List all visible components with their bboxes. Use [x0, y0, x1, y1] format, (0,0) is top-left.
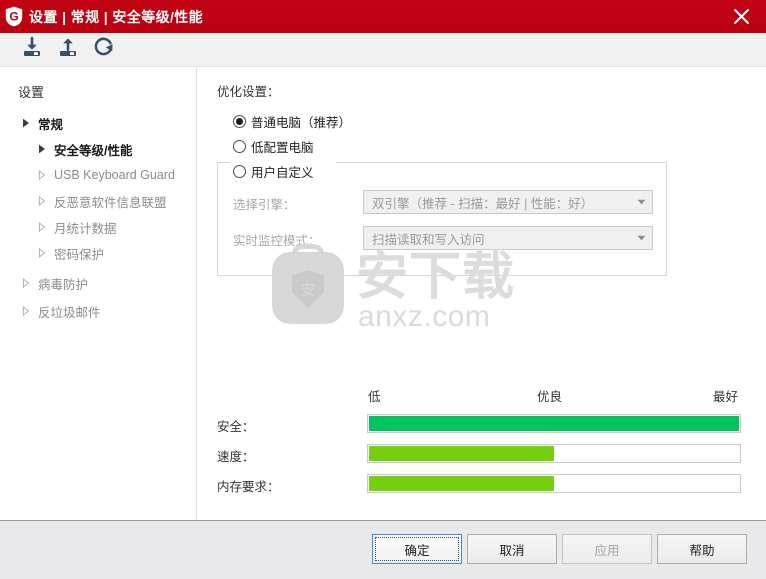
import-settings-button[interactable]	[14, 35, 50, 65]
meter-track-security	[367, 414, 741, 433]
triangle-right-outline-icon	[34, 222, 50, 232]
sidebar-item-label: 反恶意软件信息联盟	[54, 195, 167, 210]
apply-button-label: 应用	[594, 543, 620, 558]
monitor-mode-select[interactable]: 扫描读取和写入访问	[363, 226, 653, 250]
radio-indicator	[233, 140, 246, 153]
meter-track-memory	[367, 474, 741, 493]
download-icon	[21, 36, 43, 63]
sidebar-title: 设置	[18, 85, 45, 100]
radio-label: 普通电脑（推荐）	[251, 116, 352, 130]
meter-fill-memory	[369, 476, 554, 491]
radio-low-spec-computer[interactable]: 低配置电脑	[233, 137, 314, 156]
radio-standard-computer[interactable]: 普通电脑（推荐）	[233, 112, 351, 131]
focus-ring	[375, 537, 459, 561]
sidebar-item-label: USB Keyboard Guard	[54, 168, 175, 182]
scale-label-high: 最好	[713, 390, 739, 404]
sidebar-item-label: 月统计数据	[54, 221, 117, 236]
meter-label-speed: 速度：	[217, 450, 255, 464]
upload-icon	[57, 36, 79, 63]
svg-text:G: G	[9, 10, 18, 24]
watermark-text-url: anxz.com	[358, 300, 491, 333]
optimization-settings-label: 优化设置：	[217, 85, 280, 99]
triangle-right-filled-icon	[18, 118, 34, 128]
settings-dialog: G 设置 | 常规 | 安全等级/性能 设置 常规 安全等级/性能 USB Ke…	[0, 0, 766, 579]
apply-button: 应用	[562, 534, 652, 564]
sidebar-item-monthly-statistics[interactable]: 月统计数据	[0, 214, 117, 240]
radio-indicator	[233, 115, 246, 128]
meter-fill-speed	[369, 446, 554, 461]
engine-select[interactable]: 双引擎（推荐 - 扫描：最好 | 性能：好）	[363, 190, 653, 214]
engine-select-value: 双引擎（推荐 - 扫描：最好 | 性能：好）	[372, 196, 594, 211]
cancel-button-label: 取消	[499, 543, 525, 558]
triangle-right-outline-icon	[18, 306, 34, 316]
sidebar-item-usb-keyboard-guard[interactable]: USB Keyboard Guard	[0, 162, 175, 188]
help-button-label: 帮助	[689, 543, 715, 558]
sidebar-item-anti-spam[interactable]: 反垃圾邮件	[0, 298, 101, 324]
triangle-right-outline-icon	[34, 196, 50, 206]
scale-label-low: 低	[368, 390, 381, 404]
reset-settings-button[interactable]	[86, 35, 122, 65]
sidebar-item-label: 常规	[38, 117, 64, 132]
engine-field-label-row: 选择引擎：	[233, 194, 296, 213]
sidebar-item-label: 病毒防护	[38, 277, 89, 292]
triangle-right-outline-icon	[34, 170, 50, 180]
chevron-down-icon	[630, 235, 652, 241]
sidebar-item-general[interactable]: 常规	[0, 110, 63, 136]
sidebar-item-security-performance[interactable]: 安全等级/性能	[0, 136, 132, 162]
sidebar-item-anti-malware-alliance[interactable]: 反恶意软件信息联盟	[0, 188, 167, 214]
settings-sidebar: 设置 常规 安全等级/性能 USB Keyboard Guard 反恶意软件信息…	[0, 68, 196, 520]
sidebar-item-label: 密码保护	[54, 247, 105, 262]
monitor-mode-field-label-row: 实时监控模式：	[233, 230, 321, 249]
gdata-shield-logo-icon: G	[0, 0, 28, 33]
radio-user-custom[interactable]: 用户自定义	[233, 162, 318, 181]
sidebar-item-label: 安全等级/性能	[54, 143, 133, 158]
chevron-down-icon	[630, 199, 652, 205]
meter-fill-security	[369, 416, 739, 431]
triangle-right-outline-icon	[18, 278, 34, 288]
scale-label-mid: 优良	[537, 390, 563, 404]
triangle-right-outline-icon	[34, 248, 50, 258]
radio-indicator	[233, 165, 246, 178]
ok-button[interactable]: 确定	[372, 534, 462, 564]
engine-label: 选择引擎：	[233, 198, 296, 212]
settings-content: 优化设置： 普通电脑（推荐） 低配置电脑 用户自定义 选择引擎： 双引擎（推荐 …	[197, 68, 766, 520]
monitor-mode-select-value: 扫描读取和写入访问	[372, 232, 485, 247]
dialog-footer: 确定 取消 应用 帮助	[0, 520, 766, 579]
sidebar-item-password-protection[interactable]: 密码保护	[0, 240, 104, 266]
monitor-mode-label: 实时监控模式：	[233, 234, 321, 248]
close-button[interactable]	[724, 0, 758, 33]
meter-label-memory: 内存要求：	[217, 480, 280, 494]
meter-scale-labels: 低 优良 最好	[197, 386, 766, 404]
triangle-right-filled-icon	[34, 144, 50, 154]
title-bar: G 设置 | 常规 | 安全等级/性能	[0, 0, 766, 33]
toolbar	[0, 33, 766, 67]
sidebar-item-virus-protection[interactable]: 病毒防护	[0, 270, 88, 296]
cancel-button[interactable]: 取消	[467, 534, 557, 564]
export-settings-button[interactable]	[50, 35, 86, 65]
sidebar-item-label: 反垃圾邮件	[38, 305, 101, 320]
radio-label: 用户自定义	[251, 166, 314, 180]
window-title: 设置 | 常规 | 安全等级/性能	[29, 8, 204, 25]
meter-label-security: 安全：	[217, 420, 255, 434]
refresh-icon	[93, 36, 115, 63]
meter-track-speed	[367, 444, 741, 463]
help-button[interactable]: 帮助	[657, 534, 747, 564]
radio-label: 低配置电脑	[251, 141, 314, 155]
